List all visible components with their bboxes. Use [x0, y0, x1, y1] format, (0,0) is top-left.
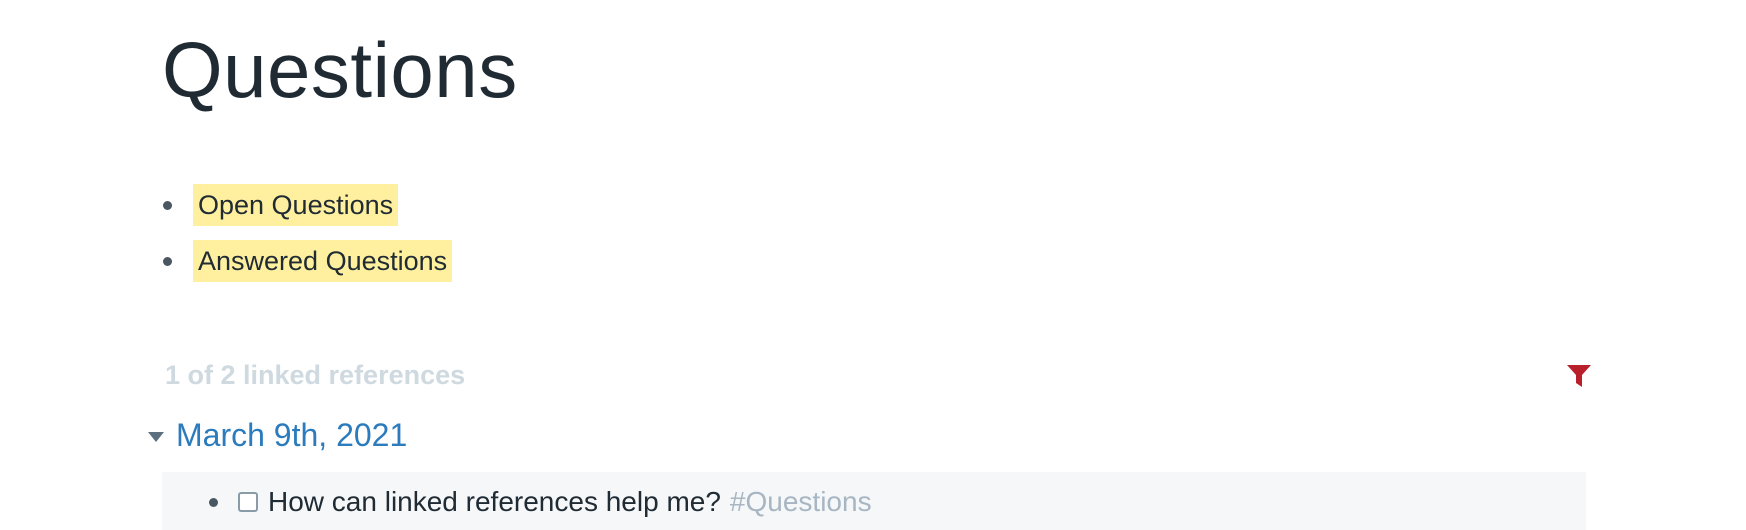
page-bullet-list: Open Questions Answered Questions [162, 184, 453, 296]
block-text[interactable]: How can linked references help me? [268, 484, 721, 520]
reference-block: How can linked references help me? #Ques… [162, 472, 1586, 530]
caret-down-icon[interactable] [148, 431, 164, 442]
page-root: Questions Open Questions Answered Questi… [0, 0, 1746, 530]
page-reference-answered-questions[interactable]: Answered Questions [193, 240, 453, 282]
tag-link[interactable]: #Questions [730, 484, 872, 520]
page-title: Questions [162, 26, 518, 114]
todo-checkbox[interactable] [238, 492, 258, 512]
list-item: Open Questions [162, 184, 452, 226]
linked-references-header[interactable]: 1 of 2 linked references [165, 357, 465, 393]
reference-group-header: March 9th, 2021 [148, 414, 407, 456]
reference-page-link[interactable]: March 9th, 2021 [176, 415, 407, 455]
bullet-dot[interactable] [163, 256, 172, 266]
list-item: Answered Questions [162, 240, 453, 282]
bullet-dot[interactable] [209, 497, 218, 507]
bullet-dot[interactable] [163, 200, 172, 210]
filter-icon[interactable] [1565, 362, 1593, 390]
reference-block-row: How can linked references help me? #Ques… [209, 484, 872, 520]
page-reference-open-questions[interactable]: Open Questions [193, 184, 399, 226]
